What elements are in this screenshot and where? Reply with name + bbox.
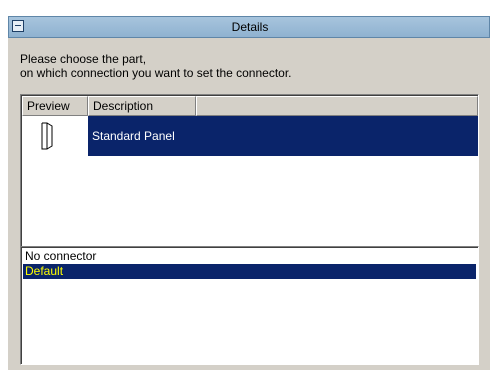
column-header-description[interactable]: Description xyxy=(88,96,196,116)
part-list[interactable]: Preview Description Standard Panel xyxy=(20,94,479,253)
part-list-header: Preview Description xyxy=(22,96,478,116)
part-row-standard-panel[interactable]: Standard Panel xyxy=(22,116,478,156)
connector-item-no-connector[interactable]: No connector xyxy=(23,249,476,264)
column-header-preview[interactable]: Preview xyxy=(22,96,88,116)
description-cell: Standard Panel xyxy=(88,116,478,156)
connector-item-default[interactable]: Default xyxy=(23,264,476,279)
instructions-text: Please choose the part, on which connect… xyxy=(20,52,480,80)
connector-list[interactable]: No connector Default xyxy=(20,246,479,365)
details-title: Details xyxy=(231,20,269,34)
preview-cell xyxy=(22,116,88,156)
details-panel: Details Please choose the part, on which… xyxy=(8,16,490,370)
panel-outline-icon xyxy=(41,122,53,150)
instructions-line-1: Please choose the part, xyxy=(20,52,147,66)
instructions-line-2: on which connection you want to set the … xyxy=(20,66,292,80)
column-header-empty[interactable] xyxy=(196,96,478,116)
details-titlebar[interactable]: Details xyxy=(8,16,490,38)
